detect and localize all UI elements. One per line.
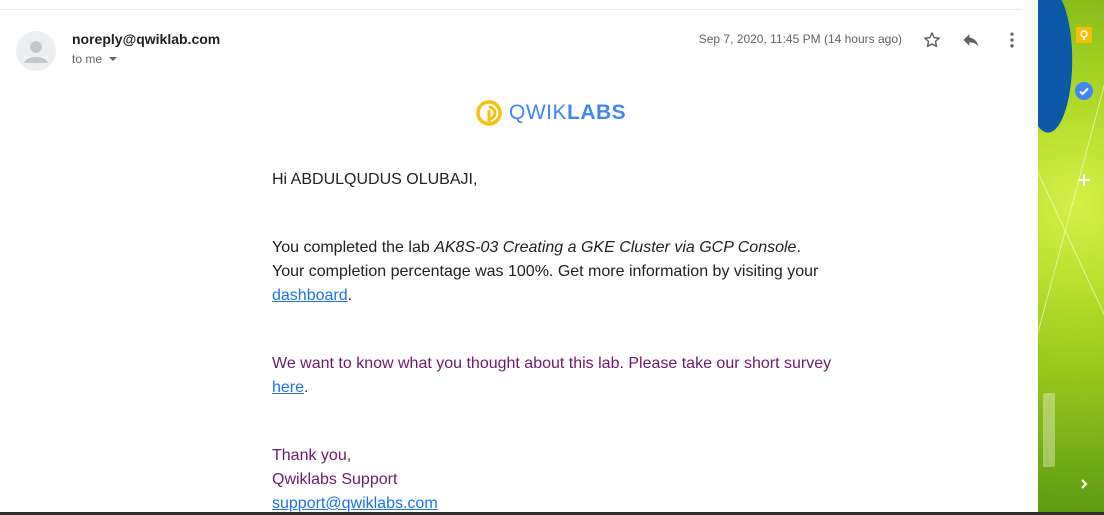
p2-end: .: [304, 379, 309, 396]
support-email-link[interactable]: support@qwiklabs.com: [272, 495, 438, 512]
p2-text: We want to know what you thought about t…: [272, 355, 832, 372]
expand-panel-button[interactable]: [1073, 473, 1095, 495]
reply-button[interactable]: [959, 28, 983, 52]
divider: [0, 9, 1022, 10]
greeting: Hi ABDULQUDUS OLUBAJI,: [272, 171, 478, 188]
logo-wordmark: QWIKLABS: [509, 101, 626, 125]
completion-paragraph: You completed the lab AK8S-03 Creating a…: [272, 236, 832, 308]
email-timestamp: Sep 7, 2020, 11:45 PM (14 hours ago): [698, 32, 902, 46]
person-icon: [24, 41, 48, 63]
logo-text-light: QWIK: [509, 101, 567, 124]
star-icon: [924, 32, 940, 48]
qwiklabs-logo: QWIKLABS: [476, 100, 626, 126]
p1-end: .: [347, 287, 353, 304]
add-icon: [1078, 174, 1090, 186]
qwiklabs-mark-icon: [476, 100, 502, 126]
reply-icon: [963, 34, 979, 47]
recipient-label: to me: [72, 52, 103, 66]
lab-title: AK8S-03 Creating a GKE Cluster via GCP C…: [434, 239, 797, 256]
tasks-button[interactable]: [1073, 80, 1095, 102]
signoff: Thank you, Qwiklabs Support support@qwik…: [272, 444, 832, 512]
thanks-line: Thank you,: [272, 447, 352, 464]
chevron-right-icon: [1081, 479, 1088, 489]
keep-icon: [1076, 27, 1092, 43]
dashboard-link[interactable]: dashboard: [272, 287, 348, 304]
sender-avatar[interactable]: [16, 31, 56, 71]
add-addon-button[interactable]: [1073, 169, 1095, 191]
star-button[interactable]: [920, 28, 944, 52]
sender-address: noreply@qwiklab.com: [72, 31, 221, 47]
survey-paragraph: We want to know what you thought about t…: [272, 352, 832, 400]
more-vert-icon: [1010, 32, 1014, 48]
keep-button[interactable]: [1073, 24, 1095, 46]
survey-link[interactable]: here: [272, 379, 304, 396]
side-panel-scrollbar[interactable]: [1043, 393, 1055, 467]
tasks-icon: [1075, 82, 1093, 100]
caret-down-icon: [109, 57, 118, 61]
logo-text-bold: LABS: [567, 101, 627, 124]
email-view: noreply@qwiklab.com to me Sep 7, 2020, 1…: [0, 0, 1038, 512]
recipient-dropdown[interactable]: to me: [72, 52, 118, 66]
more-options-button[interactable]: [1000, 28, 1024, 52]
p1-text: You completed the lab: [272, 239, 435, 256]
team-name: Qwiklabs Support: [272, 471, 398, 488]
